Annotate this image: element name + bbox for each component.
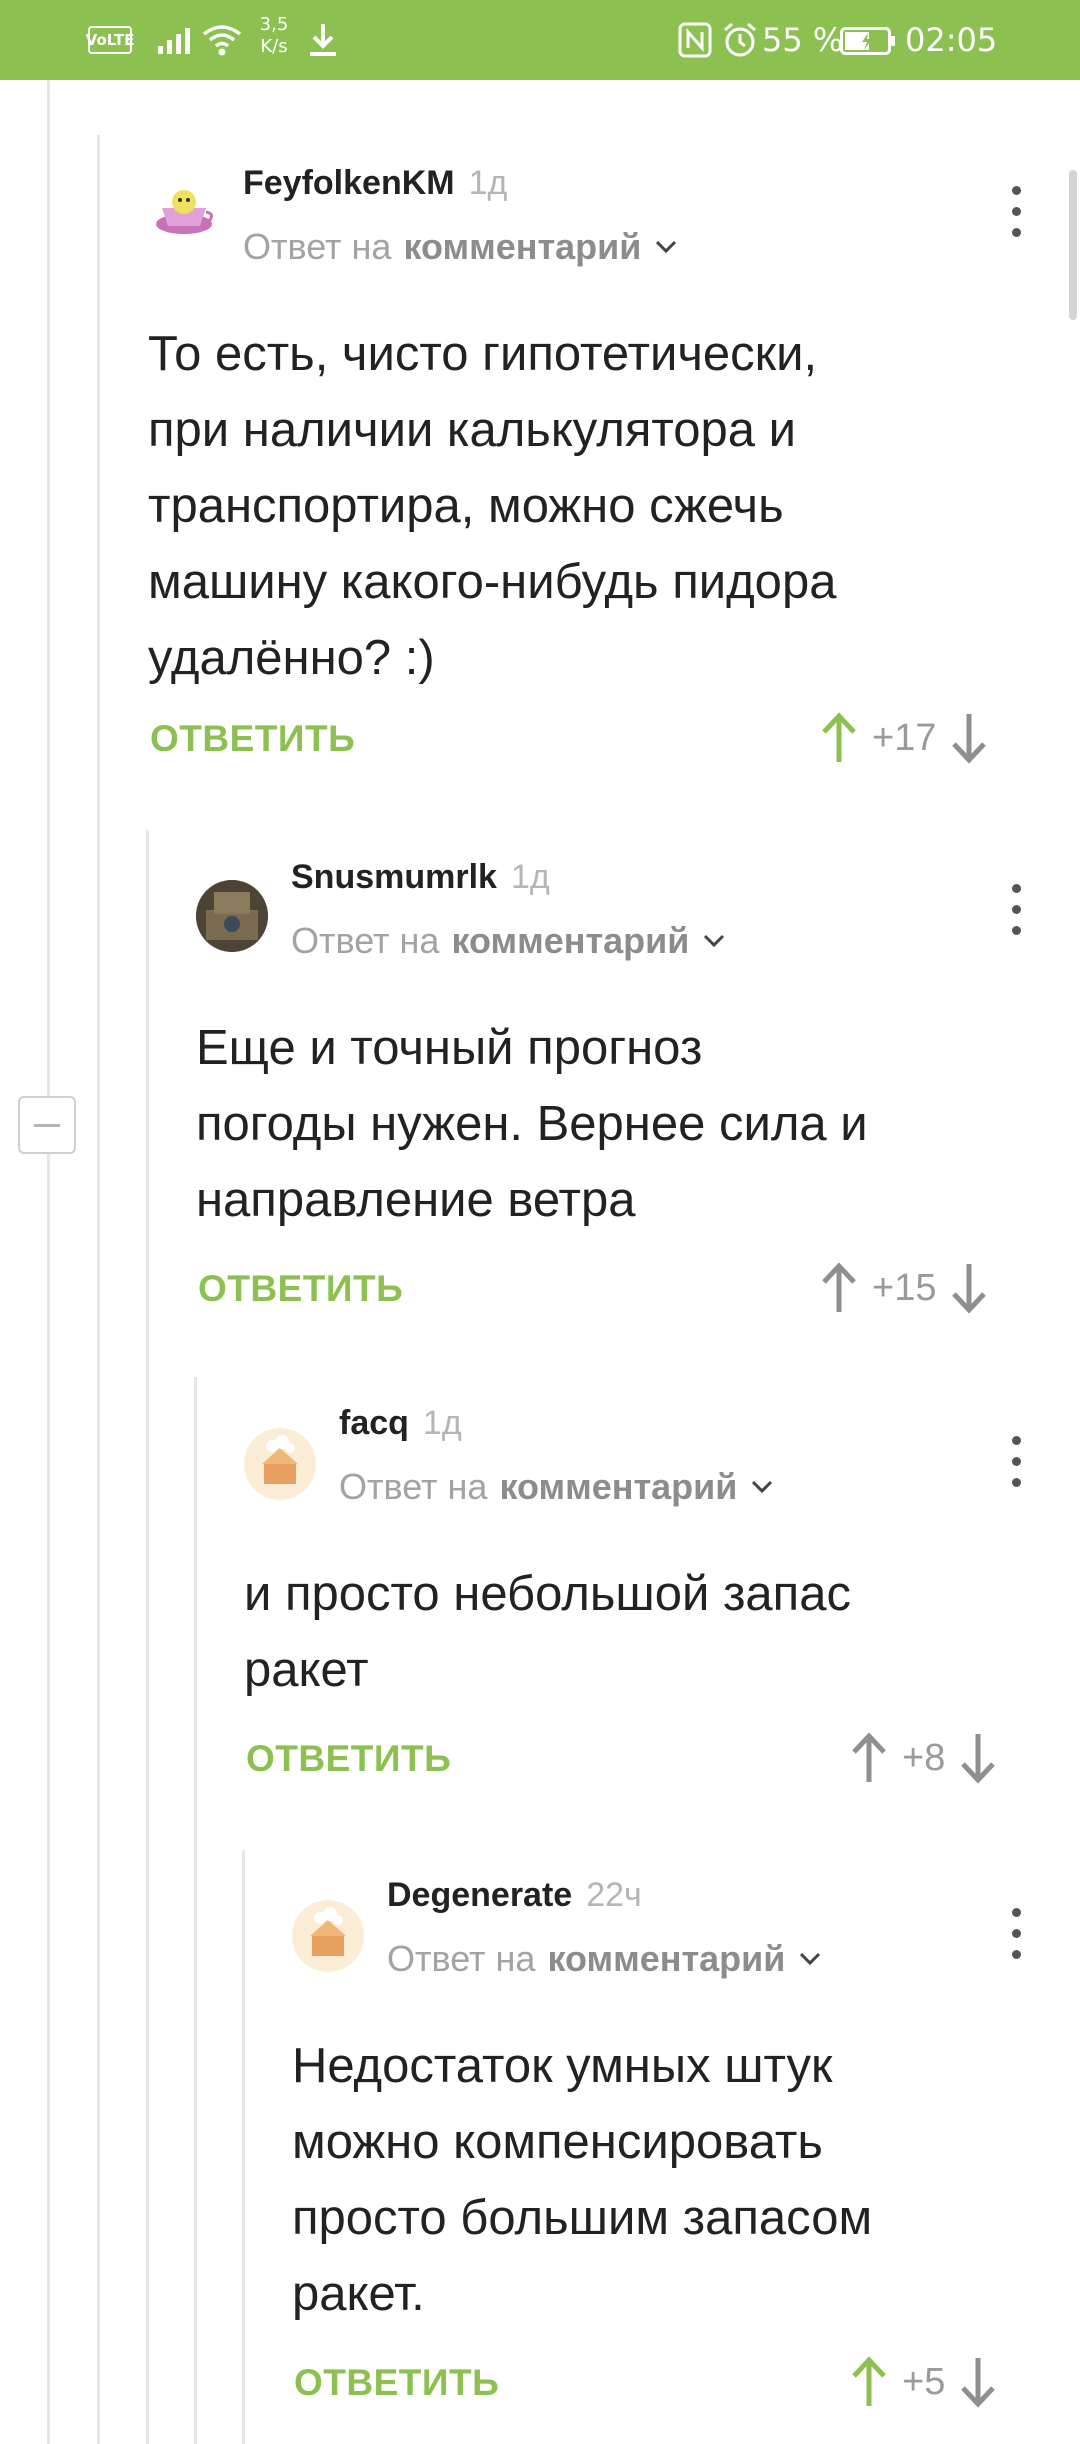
upvote-icon[interactable] <box>850 2356 888 2408</box>
comment-author[interactable]: FeyfolkenKM 1д <box>243 164 507 203</box>
reply-to-link[interactable]: Ответ на комментарий <box>243 226 677 268</box>
reply-button[interactable]: ОТВЕТИТЬ <box>246 1738 451 1780</box>
scrollbar[interactable] <box>1069 170 1077 320</box>
thread-line <box>146 830 149 2444</box>
avatar[interactable] <box>292 1900 364 1972</box>
downvote-icon[interactable] <box>950 1262 988 1314</box>
downvote-icon[interactable] <box>959 2356 997 2408</box>
comment: Snusmumrlk 1д Ответ на комментарий Еще и т… <box>196 858 1048 1338</box>
avatar[interactable] <box>244 1428 316 1500</box>
reply-to-link[interactable]: Ответ на комментарий <box>387 1938 821 1980</box>
comment-author[interactable]: Degenerate 22ч <box>387 1876 642 1915</box>
upvote-icon[interactable] <box>850 1732 888 1784</box>
vote-controls: +17 <box>820 712 988 764</box>
avatar[interactable] <box>196 880 268 952</box>
comment: FeyfolkenKM 1д Ответ на комментарий То ест… <box>148 160 1048 780</box>
comment-author[interactable]: Snusmumrlk 1д <box>291 858 550 897</box>
comment-author[interactable]: facq 1д <box>339 1404 462 1443</box>
rating: +15 <box>872 1266 937 1309</box>
downvote-icon[interactable] <box>950 712 988 764</box>
reply-to-link[interactable]: Ответ на комментарий <box>339 1466 773 1508</box>
vote-controls: +8 <box>850 1732 997 1784</box>
thread-line <box>97 135 100 2444</box>
rating: +17 <box>872 716 937 759</box>
comment: facq 1д Ответ на комментарий и просто небо… <box>244 1404 1048 1804</box>
volte-icon: VoLTE <box>86 26 134 54</box>
downvote-icon[interactable] <box>959 1732 997 1784</box>
chevron-down-icon <box>656 240 677 254</box>
chevron-down-icon <box>752 1480 773 1494</box>
chevron-down-icon <box>704 934 725 948</box>
rating: +5 <box>902 2360 946 2403</box>
alarm-icon <box>724 22 756 57</box>
upvote-icon[interactable] <box>820 1262 858 1314</box>
battery-percent: 55 % <box>762 21 844 59</box>
comment-text: и просто небольшой запас ракет <box>244 1567 851 1697</box>
avatar[interactable] <box>148 178 220 250</box>
network-speed: 3,5 K/s <box>259 14 289 57</box>
chevron-down-icon <box>800 1952 821 1966</box>
more-menu-icon[interactable] <box>1001 880 1031 940</box>
reply-button[interactable]: ОТВЕТИТЬ <box>198 1268 403 1310</box>
comment-text: Еще и точный прогноз погоды нужен. Верне… <box>196 1021 868 1227</box>
battery-icon <box>840 27 895 55</box>
more-menu-icon[interactable] <box>1001 1904 1031 1964</box>
vote-controls: +15 <box>820 1262 988 1314</box>
more-menu-icon[interactable] <box>1001 1432 1031 1492</box>
wifi-icon <box>202 25 242 56</box>
rating: +8 <box>902 1736 946 1779</box>
comment-time: 1д <box>468 164 508 202</box>
thread-line <box>242 1850 245 2444</box>
clock: 02:05 <box>905 21 998 59</box>
download-icon <box>310 24 336 56</box>
more-menu-icon[interactable] <box>1001 182 1031 242</box>
reply-to-link[interactable]: Ответ на комментарий <box>291 920 725 962</box>
thread-line <box>194 1377 197 2444</box>
comment-time: 1д <box>510 858 550 896</box>
thread-line <box>47 80 50 2444</box>
comment-text: Недостаток умных штук можно компенсирова… <box>292 2039 873 2321</box>
reply-button[interactable]: ОТВЕТИТЬ <box>150 718 355 760</box>
upvote-icon[interactable] <box>820 712 858 764</box>
vote-controls: +5 <box>850 2356 997 2408</box>
comment-time: 22ч <box>586 1876 642 1914</box>
comment-text: То есть, чисто гипотетически, при наличи… <box>148 327 837 685</box>
reply-button[interactable]: ОТВЕТИТЬ <box>294 2362 499 2404</box>
nfc-icon <box>678 22 712 58</box>
signal-icon <box>158 28 190 54</box>
status-bar: VoLTE 3,5 K/s 55 % 02:05 <box>0 0 1080 80</box>
comment: Degenerate 22ч Ответ на комментарий Недост… <box>292 1876 1048 2436</box>
collapse-thread-button[interactable] <box>18 1096 76 1154</box>
comment-time: 1д <box>422 1404 462 1442</box>
